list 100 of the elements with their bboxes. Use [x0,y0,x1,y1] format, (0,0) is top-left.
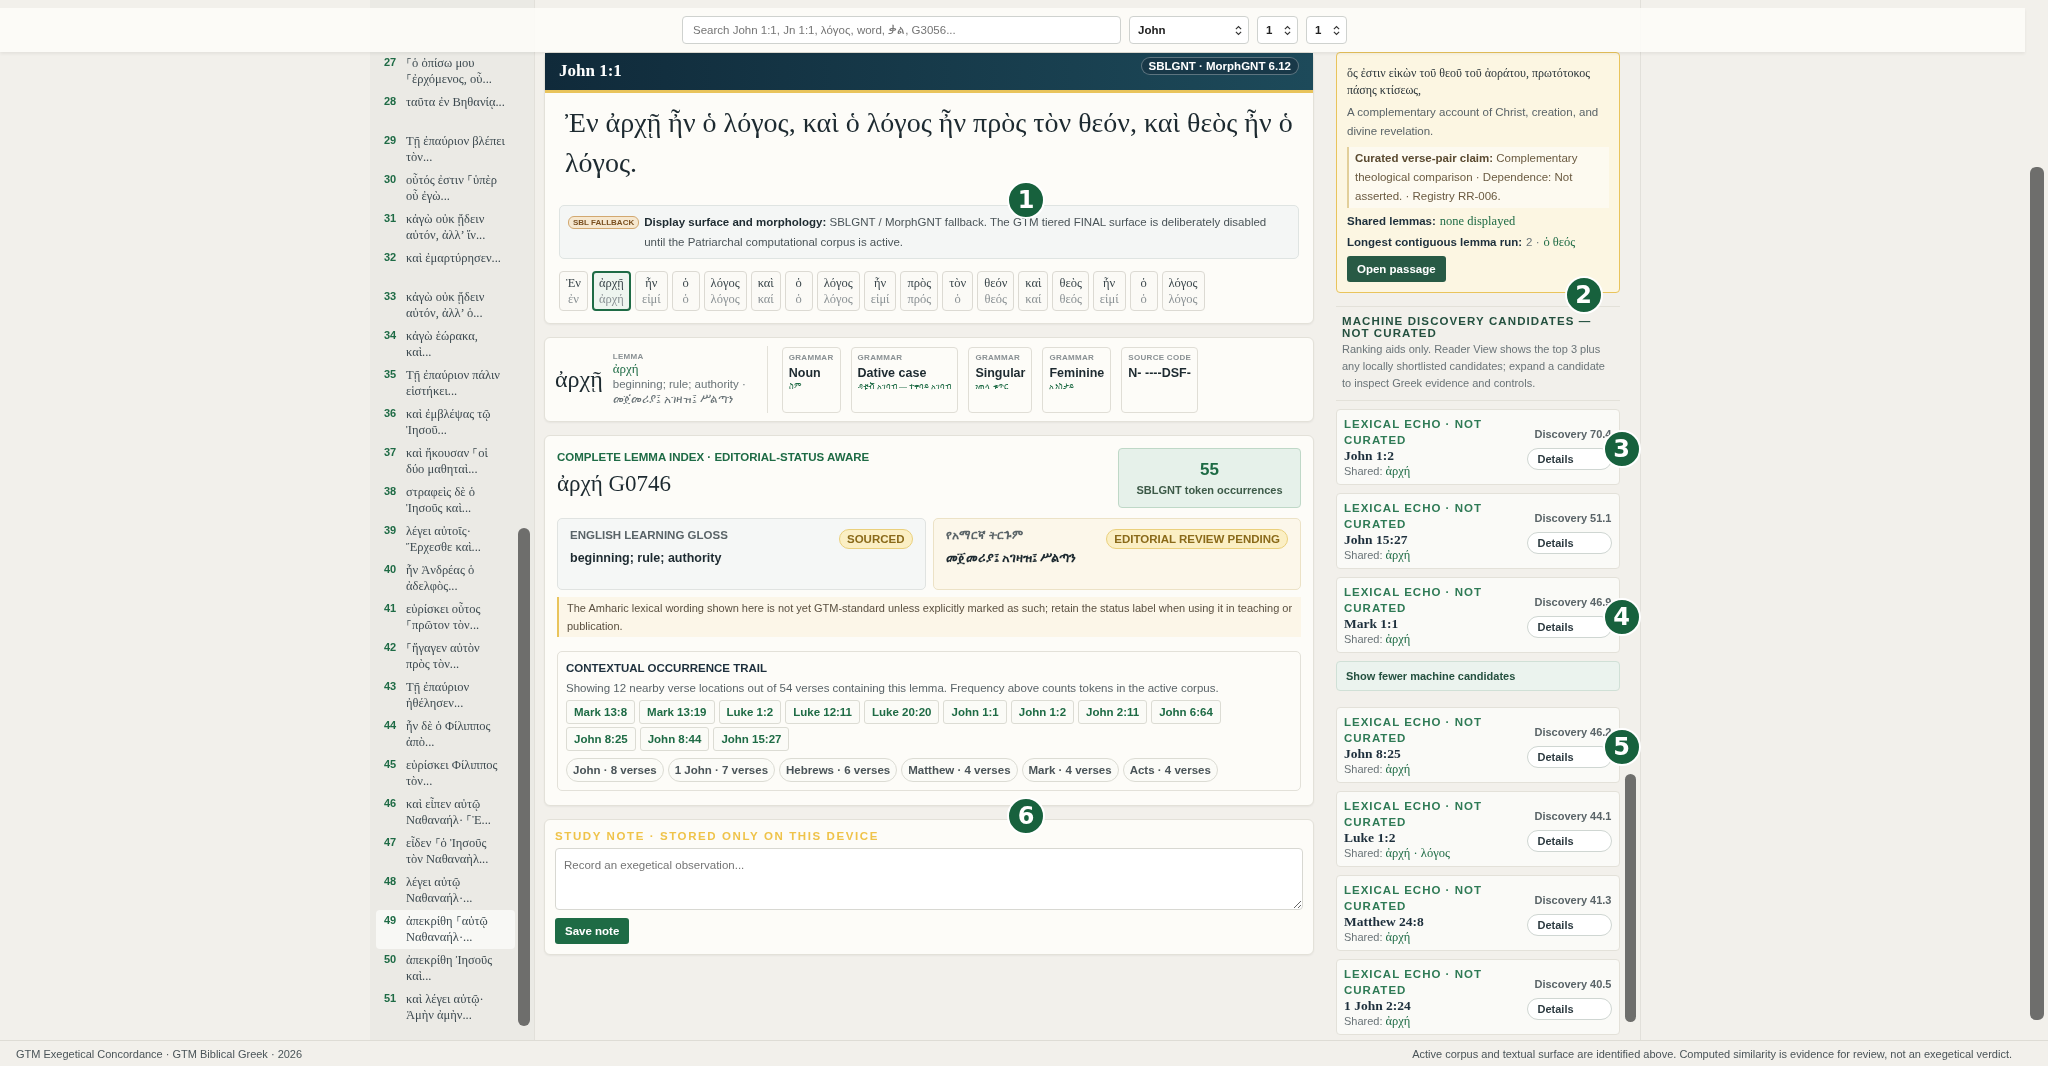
details-button[interactable]: Details [1526,829,1612,852]
book-filter[interactable]: Acts · 4 verses [1122,758,1218,782]
verse-item[interactable]: 35 Τῇ ἐπαύριον πάλιν εἱστήκει... [376,364,515,403]
verse-number: 30 [384,172,398,187]
book-filter[interactable]: Hebrews · 6 verses [779,758,898,782]
save-button[interactable]: Save note [555,918,630,944]
warning-note: The Amharic lexical wording shown here is not yet GTM-standard unless explicitly marked as such; retain the status label when using it in teaching or publication. [557,597,1301,637]
verse-item[interactable]: 38 στραφεὶς δὲ ὁ Ἰησοῦς καὶ... [376,481,515,520]
details-button[interactable]: Details [1526,447,1612,470]
book-filter[interactable]: 1 John · 7 verses [667,758,776,782]
reference-link[interactable]: John 1:2 [1010,700,1075,724]
callout-marker: 2 [1564,276,1603,314]
verse-item[interactable]: 47 εἶδεν ⸀ὁ Ἰησοῦς τὸν Ναθαναὴλ... [376,832,515,871]
score-text: Discovery 51.1 [1534,511,1612,524]
dropdown[interactable]: 1 [1257,16,1298,44]
reference-link[interactable]: John 6:64 [1151,700,1221,724]
field-label: GRAMMAR [857,352,904,362]
verse-item[interactable]: 41 εὑρίσκει οὗτος ⸀πρῶτον τὸν... [376,598,515,637]
verse-item[interactable]: 48 λέγει αὐτῷ Ναθαναήλ·... [376,871,515,910]
word-token[interactable]: λόγος λόγος [816,271,860,311]
verse-item[interactable]: 40 ἦν Ἀνδρέας ὁ ἀδελφὸς... [376,559,515,598]
word-token[interactable]: ἀρχῇ ἀρχή [592,271,631,311]
reference-link[interactable]: John 2:11 [1078,700,1148,724]
note-field[interactable]: Record an exegetical observation... [555,848,1303,910]
field-value: ἀρχή [1385,548,1411,562]
verse-text: στραφεὶς δὲ ὁ Ἰησοῦς καὶ... [406,484,476,517]
grammar-value: N- ----DSF- [1128,365,1192,380]
word-token[interactable]: τὸν ὁ [942,271,974,311]
verse-text: ἦν Ἀνδρέας ὁ ἀδελφὸς... [406,562,476,595]
word-token[interactable]: ὁ ὁ [671,271,700,311]
search-field[interactable]: Search John 1:1, Jn 1:1, λόγος, word, ቃል, G3056... [682,16,1121,44]
verse-item[interactable]: 36 καὶ ἐμβλέψας τῷ Ἰησοῦ... [376,403,515,442]
verse-item[interactable]: 27 ⸀ὁ ὀπίσω μου ⸀ἐρχόμενος, οὗ... [376,52,515,91]
reference-link[interactable]: John 15:27 [713,727,790,751]
verse-item[interactable]: 34 κἀγὼ ἑώρακα, καὶ... [376,325,515,364]
verse-item[interactable]: 31 κἀγὼ οὐκ ᾔδειν αὐτόν, ἀλλ’ ἵν... [376,208,515,247]
reference-link[interactable]: Mark 13:8 [566,700,636,724]
dropdown[interactable]: John [1129,16,1249,44]
verse-item[interactable]: 29 Τῇ ἐπαύριον βλέπει τὸν... [376,130,515,169]
word-token[interactable]: λόγος λόγος [1161,271,1205,311]
reference-link[interactable]: John 8:44 [639,727,710,751]
word-token[interactable]: ὁ ὁ [1129,271,1158,311]
word-token[interactable]: ὁ ὁ [784,271,813,311]
section-label: STUDY NOTE · STORED ONLY ON THIS DEVICE [555,830,880,842]
word-token[interactable]: λόγος λόγος [703,271,747,311]
field-value: ἀρχή · λόγος [1385,846,1450,860]
reference-link[interactable]: John 1:1 [943,700,1007,724]
details-button[interactable]: Details [1526,997,1612,1020]
verse-item[interactable]: 50 ἀπεκρίθη Ἰησοῦς καὶ... [376,949,515,988]
verse-item[interactable]: 45 εὑρίσκει Φίλιππος τὸν... [376,754,515,793]
verse-number: 50 [384,952,398,967]
verse-item[interactable]: 28 ταῦτα ἐν Βηθανίᾳ... [376,91,515,130]
callout-marker: 1 [1007,181,1045,219]
verse-item[interactable]: 32 καὶ ἐμαρτύρησεν... [376,247,515,286]
reference-link[interactable]: Luke 1:2 [718,700,782,724]
verse-item[interactable]: 46 καὶ εἶπεν αὐτῷ Ναθαναήλ· ⸀Ἐ... [376,793,515,832]
lemma-text: ἀρχή [612,361,640,377]
word-token[interactable]: καὶ καί [750,271,781,311]
verse-item[interactable]: 30 οὗτός ἐστιν ⸀ὑπὲρ οὗ ἐγὼ... [376,169,515,208]
book-filter[interactable]: John · 8 verses [566,758,664,782]
open-button[interactable]: Open passage [1347,256,1446,282]
verse-item[interactable]: 39 λέγει αὐτοῖς· Ἔρχεσθε καὶ... [376,520,515,559]
dropdown[interactable]: 1 [1306,16,1347,44]
word-token[interactable]: θεόν θεός [977,271,1015,311]
verse-item[interactable]: 33 κἀγὼ οὐκ ᾔδειν αὐτόν, ἀλλ’ ὁ... [376,286,515,325]
details-button[interactable]: Details [1526,913,1612,936]
verse-item[interactable]: 37 καὶ ἤκουσαν ⸀οἱ δύο μαθηταὶ... [376,442,515,481]
sort-arrows-icon [1284,24,1291,36]
candidate-label: LEXICAL ECHO · NOT CURATED [1344,585,1483,616]
toggle-button[interactable]: Show fewer machine candidates [1336,661,1620,691]
passage-text: ὅς ἐστιν εἰκὼν τοῦ θεοῦ τοῦ ἀοράτου, πρωτότοκος πάσης κτίσεως, [1347,65,1592,99]
details-button[interactable]: Details [1526,745,1612,768]
gloss-text: beginning; rule; authority · መጀመሪያ፤ አገዛዝ፤ ሥልጣን [612,377,747,407]
details-button[interactable]: Details [1526,531,1612,554]
word-token[interactable]: καὶ καί [1018,271,1049,311]
verse-item[interactable]: 43 Τῇ ἐπαύριον ἠθέλησεν... [376,676,515,715]
book-filter[interactable]: Mark · 4 verses [1021,758,1119,782]
grammar-value: Feminine [1049,365,1105,380]
word-token[interactable]: ἦν εἰμί [863,271,897,311]
word-token[interactable]: Ἐν ἐν [559,271,588,311]
section-title: CONTEXTUAL OCCURRENCE TRAIL [566,662,769,674]
reference-link[interactable]: Mark 13:19 [639,700,715,724]
verse-number: 38 [384,484,398,499]
score-text: Discovery 46.2 [1534,725,1612,738]
field-label: GRAMMAR [975,352,1022,362]
reference-link[interactable]: Luke 12:11 [785,700,861,724]
verse-item[interactable]: 42 ⸀ἤγαγεν αὐτὸν πρὸς τὸν... [376,637,515,676]
details-button[interactable]: Details [1526,615,1612,638]
reference-link[interactable]: John 8:25 [566,727,636,751]
word-token[interactable]: ἦν εἰμί [634,271,668,311]
verse-text: λέγει αὐτῷ Ναθαναήλ·... [406,874,474,907]
book-filter[interactable]: Matthew · 4 verses [901,758,1018,782]
fallback-badge: SBL FALLBACK [568,216,640,229]
verse-item[interactable]: 51 καὶ λέγει αὐτῷ· Ἀμὴν ἀμὴν... [376,988,515,1027]
word-token[interactable]: πρὸς πρός [900,271,939,311]
reference-link[interactable]: Luke 20:20 [864,700,940,724]
verse-item[interactable]: 49 ἀπεκρίθη ⸀αὐτῷ Ναθαναήλ·... [376,910,515,949]
word-token[interactable]: θεὸς θεός [1052,271,1089,311]
word-token[interactable]: ἦν εἰμί [1092,271,1126,311]
verse-item[interactable]: 44 ἦν δὲ ὁ Φίλιππος ἀπὸ... [376,715,515,754]
